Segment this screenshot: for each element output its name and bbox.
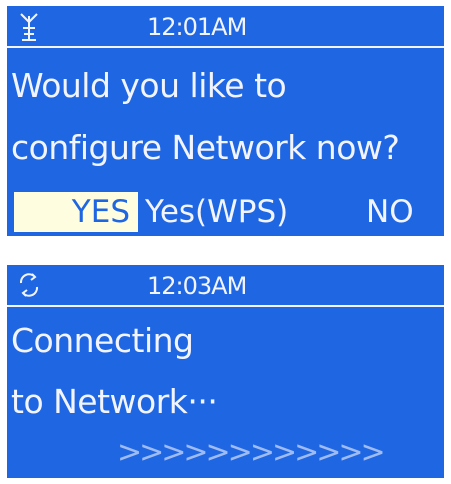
clock-time: 12:03AM — [147, 272, 247, 300]
yes-button[interactable]: YES — [14, 192, 138, 232]
prompt-line-2: configure Network now? — [11, 128, 400, 167]
progress-indicator: >>>>>>>>>>>> — [117, 435, 386, 470]
status-line-1: Connecting — [11, 321, 194, 360]
status-line-2: to Network··· — [11, 382, 218, 421]
yes-wps-button[interactable]: Yes(WPS) — [145, 192, 288, 232]
no-button[interactable]: NO — [366, 192, 414, 232]
prompt-line-1: Would you like to — [11, 66, 287, 105]
status-bar: 12:01AM — [7, 6, 444, 48]
config-prompt-screen: 12:01AM Would you like to configure Netw… — [7, 6, 444, 236]
connecting-screen: 12:03AM Connecting to Network··· >>>>>>>… — [7, 265, 444, 478]
status-bar: 12:03AM — [7, 265, 444, 307]
refresh-icon — [19, 273, 39, 297]
clock-time: 12:01AM — [147, 13, 247, 41]
antenna-icon — [20, 13, 38, 41]
